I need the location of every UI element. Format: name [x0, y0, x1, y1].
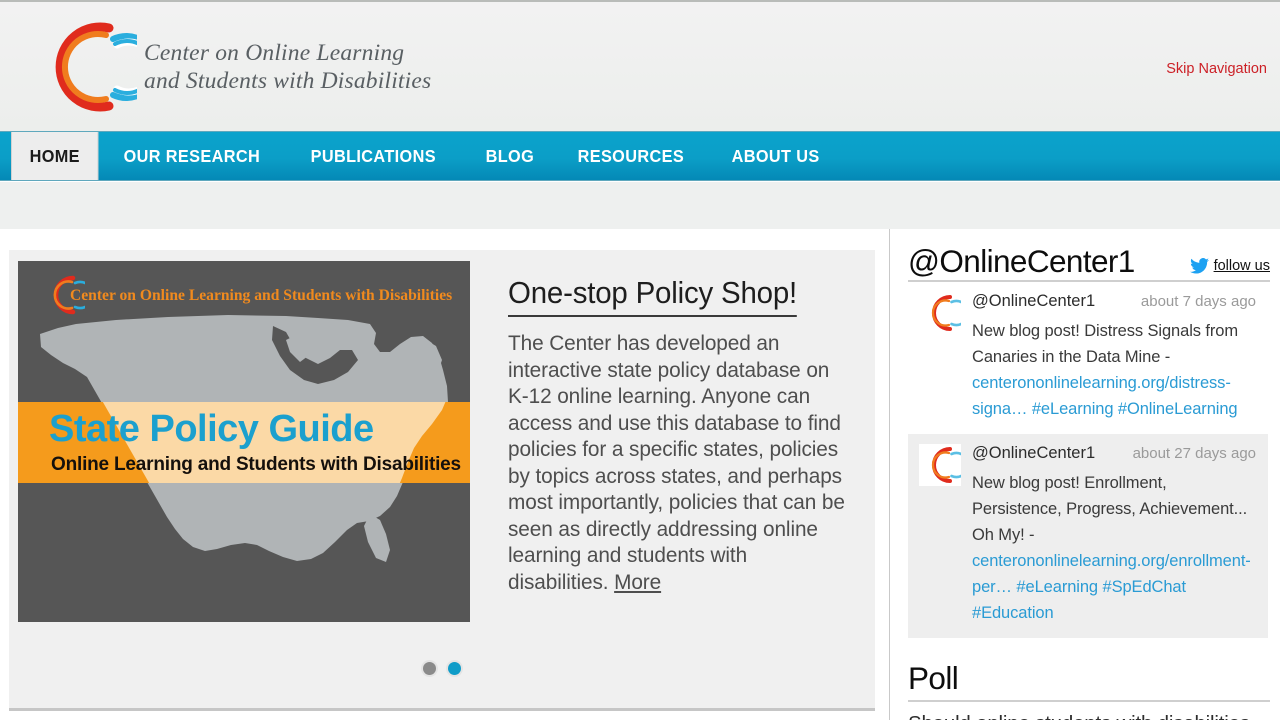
main-navigation: HOME OUR RESEARCH PUBLICATIONS BLOG RESO…	[0, 131, 1280, 181]
nav-list: HOME OUR RESEARCH PUBLICATIONS BLOG RESO…	[0, 132, 1280, 180]
nav-item-publications[interactable]: PUBLICATIONS	[292, 132, 455, 180]
follow-us-link[interactable]: follow us	[1189, 258, 1270, 274]
page-root: Center on Online Learning and Students wi…	[0, 0, 1280, 720]
tweet-meta: @OnlineCenter1 about 27 days ago	[972, 444, 1260, 463]
center-logo-icon	[33, 15, 137, 119]
nav-item-about-us[interactable]: ABOUT US	[713, 132, 838, 180]
tweet-handle[interactable]: @OnlineCenter1	[972, 292, 1095, 311]
twitter-title: @OnlineCenter1	[908, 243, 1135, 279]
nav-item-home[interactable]: HOME	[11, 132, 99, 180]
tweet-timestamp: about 27 days ago	[1132, 445, 1256, 462]
sidebar: @OnlineCenter1 follow us @OnlineCenter1 …	[889, 229, 1280, 720]
follow-us-label: follow us	[1213, 258, 1270, 274]
tweet-meta: @OnlineCenter1 about 7 days ago	[972, 292, 1260, 311]
tweet-timestamp: about 7 days ago	[1140, 293, 1256, 310]
poll-title: Poll	[908, 660, 1270, 702]
featured-slider-panel: Center on Online Learning and Students w…	[9, 250, 875, 711]
slide-banner-subtitle: Online Learning and Students with Disabi…	[51, 454, 461, 475]
slider-pagination	[9, 662, 875, 675]
slide-image[interactable]: Center on Online Learning and Students w…	[18, 261, 470, 622]
tweet-body: @OnlineCenter1 about 7 days ago New blog…	[972, 292, 1260, 422]
tweet-text: New blog post! Enrollment, Persistence, …	[972, 474, 1251, 622]
content-area: Center on Online Learning and Students w…	[0, 229, 1280, 720]
slide-banner: State Policy Guide Online Learning and S…	[18, 402, 470, 483]
avatar	[919, 292, 961, 334]
twitter-header: @OnlineCenter1 follow us	[908, 244, 1270, 282]
slider-dot-2[interactable]	[448, 662, 461, 675]
poll-question: Should online students with disabilities	[908, 711, 1270, 720]
slide-brand-text: Center on Online Learning and Students w…	[70, 287, 453, 304]
slide-heading[interactable]: One-stop Policy Shop!	[508, 275, 797, 317]
tweet-item[interactable]: @OnlineCenter1 about 7 days ago New blog…	[908, 282, 1268, 434]
slider-dot-1[interactable]	[423, 662, 436, 675]
site-logo[interactable]: Center on Online Learning and Students wi…	[33, 15, 431, 119]
tweet-text: New blog post! Distress Signals from Can…	[972, 322, 1238, 418]
site-logo-text: Center on Online Learning and Students wi…	[144, 40, 432, 94]
site-header: Center on Online Learning and Students wi…	[0, 0, 1280, 131]
slide-banner-title: State Policy Guide	[49, 408, 374, 450]
poll-section: Poll Should online students with disabil…	[908, 660, 1270, 720]
skip-navigation-link[interactable]: Skip Navigation	[1166, 61, 1267, 77]
nav-item-blog[interactable]: BLOG	[467, 132, 553, 180]
more-link[interactable]: More	[614, 571, 661, 594]
tweet-hashtags[interactable]: #eLearning #OnlineLearning	[1027, 400, 1238, 418]
avatar	[919, 444, 961, 486]
nav-item-resources[interactable]: RESOURCES	[559, 132, 703, 180]
slide-text-block: One-stop Policy Shop! The Center has dev…	[470, 261, 865, 622]
tweet-item[interactable]: @OnlineCenter1 about 27 days ago New blo…	[908, 434, 1268, 638]
slide-body: The Center has developed an interactive …	[508, 332, 845, 594]
nav-item-our-research[interactable]: OUR RESEARCH	[105, 132, 279, 180]
twitter-bird-icon	[1189, 258, 1209, 274]
nav-underband	[0, 182, 1280, 229]
tweet-body: @OnlineCenter1 about 27 days ago New blo…	[972, 444, 1260, 626]
tweet-handle[interactable]: @OnlineCenter1	[972, 444, 1095, 463]
